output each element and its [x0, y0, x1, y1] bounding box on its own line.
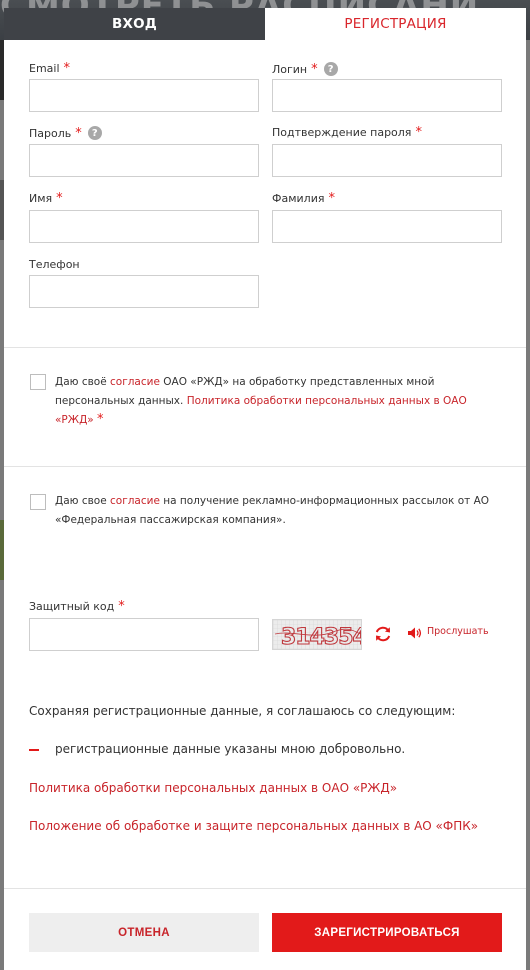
required-mark: * — [415, 125, 422, 140]
consent-pd-checkbox[interactable] — [30, 374, 46, 390]
consent-ads-checkbox[interactable] — [30, 494, 46, 510]
last-name-label: Фамилия * — [272, 192, 335, 205]
password-label-text: Пароль — [29, 126, 72, 140]
first-name-label: Имя * — [29, 192, 63, 205]
divider — [4, 466, 526, 467]
last-name-input[interactable] — [272, 210, 502, 243]
captcha-image: 314354 — [272, 619, 362, 650]
auth-tabs: ВХОД РЕГИСТРАЦИЯ — [4, 8, 526, 40]
captcha-label: Защитный код * — [29, 600, 125, 613]
divider — [4, 888, 526, 889]
help-icon[interactable]: ? — [87, 126, 102, 140]
listen-captcha-link[interactable]: Прослушать — [427, 626, 489, 637]
required-mark: * — [328, 191, 335, 206]
consent-pd-text: Даю своё согласие ОАО «РЖД» на обработку… — [55, 373, 505, 430]
refresh-captcha-icon[interactable] — [373, 624, 393, 644]
help-icon[interactable]: ? — [323, 62, 338, 76]
required-mark: * — [56, 191, 63, 206]
captcha-label-text: Защитный код — [29, 600, 115, 613]
consent-ads-link[interactable]: согласие — [110, 495, 160, 507]
agreement-bullet: регистрационные данные указаны мною добр… — [55, 742, 406, 756]
email-label-text: Email — [29, 62, 60, 75]
login-input[interactable] — [272, 79, 502, 112]
email-input[interactable] — [29, 79, 259, 112]
password-confirm-input[interactable] — [272, 144, 502, 177]
consent-ads-text: Даю свое согласие на получение рекламно-… — [55, 492, 495, 530]
login-label-text: Логин — [272, 62, 308, 76]
rzd-policy-link[interactable]: Политика обработки персональных данных в… — [29, 781, 397, 795]
agreement-title: Сохраняя регистрационные данные, я согла… — [29, 704, 456, 718]
speaker-icon[interactable] — [408, 627, 422, 639]
required-mark: * — [311, 61, 318, 77]
divider — [4, 347, 526, 348]
email-label: Email * — [29, 62, 70, 75]
required-mark: * — [75, 125, 82, 141]
required-mark: * — [118, 599, 125, 614]
last-name-label-text: Фамилия — [272, 192, 325, 205]
bullet-dash — [29, 749, 39, 751]
consent-pd-prefix: Даю своё — [55, 376, 110, 388]
tab-register[interactable]: РЕГИСТРАЦИЯ — [265, 8, 526, 40]
required-mark: * — [97, 412, 104, 427]
register-button[interactable]: ЗАРЕГИСТРИРОВАТЬСЯ — [272, 913, 502, 952]
captcha-input[interactable] — [29, 618, 259, 651]
password-label: Пароль * ? — [29, 126, 102, 140]
fpk-policy-link[interactable]: Положение об обработке и защите персонал… — [29, 819, 478, 833]
consent-pd-link[interactable]: согласие — [110, 376, 160, 388]
captcha-image-graphic: 314354 — [273, 620, 362, 650]
required-mark: * — [63, 61, 71, 76]
password-input[interactable] — [29, 144, 259, 177]
login-label: Логин * ? — [272, 62, 338, 76]
consent-ads-prefix: Даю свое — [55, 495, 110, 507]
first-name-label-text: Имя — [29, 192, 53, 205]
phone-label: Телефон — [29, 258, 80, 271]
password-confirm-label: Подтверждение пароля * — [272, 126, 422, 139]
tab-login[interactable]: ВХОД — [4, 8, 265, 40]
first-name-input[interactable] — [29, 210, 259, 243]
phone-label-text: Телефон — [29, 258, 80, 271]
password-confirm-label-text: Подтверждение пароля — [272, 126, 412, 139]
phone-input[interactable] — [29, 275, 259, 308]
captcha-image-text: 314354 — [281, 625, 362, 650]
cancel-button[interactable]: ОТМЕНА — [29, 913, 259, 952]
